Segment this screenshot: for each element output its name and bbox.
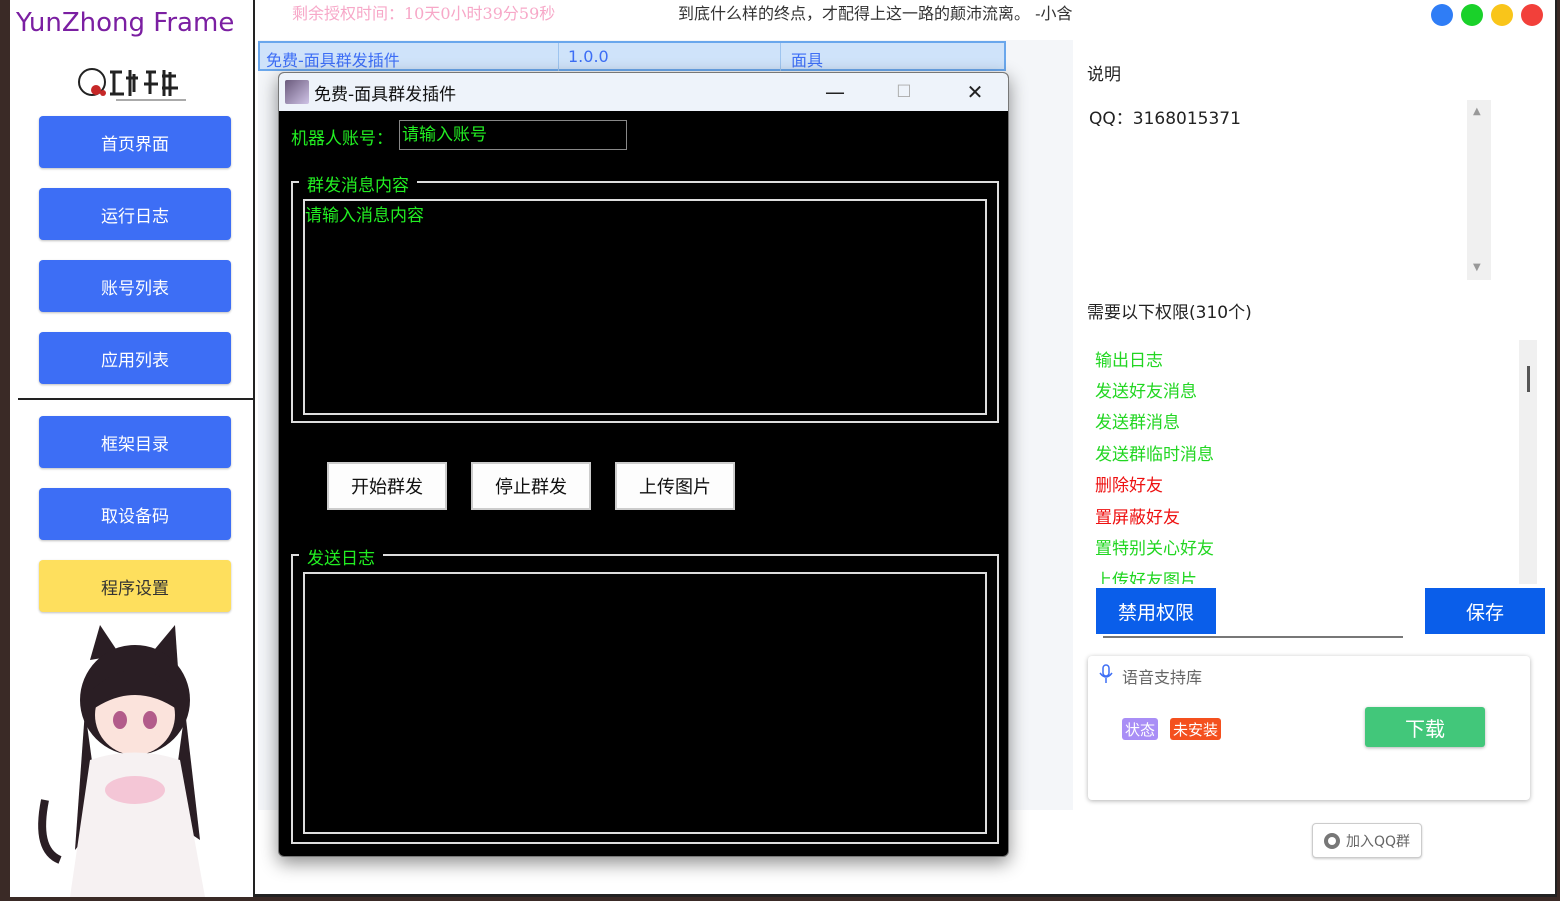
message-content-input[interactable] bbox=[305, 201, 985, 413]
scrollbar-thumb[interactable] bbox=[1527, 366, 1530, 392]
brand-logo bbox=[78, 68, 186, 101]
dialog-titlebar[interactable]: 免费-面具群发插件 — ☐ ✕ bbox=[279, 73, 1008, 111]
upload-image-button[interactable]: 上传图片 bbox=[615, 462, 735, 510]
permission-item: 发送群消息 bbox=[1095, 413, 1180, 433]
cell-divider bbox=[780, 43, 781, 71]
save-button[interactable]: 保存 bbox=[1425, 588, 1545, 634]
plugin-detail-panel: 说明 QQ：3168015371 ▲ ▼ 需要以下权限(310个) 输出日志 发… bbox=[1083, 40, 1555, 640]
stop-broadcast-button[interactable]: 停止群发 bbox=[471, 462, 591, 510]
app-version-cell: 1.0.0 bbox=[568, 47, 609, 66]
plugin-app-icon bbox=[285, 80, 309, 104]
message-input-frame bbox=[303, 199, 987, 415]
app-author-cell: 面具 bbox=[791, 51, 824, 70]
window-dot-green[interactable] bbox=[1461, 4, 1483, 26]
status-value-badge: 未安装 bbox=[1170, 718, 1222, 740]
license-remaining-text: 剩余授权时间：10天0小时39分59秒 bbox=[292, 4, 556, 23]
close-button[interactable]: ✕ bbox=[957, 79, 993, 105]
message-group-label: 群发消息内容 bbox=[299, 171, 417, 196]
window-dot-blue[interactable] bbox=[1431, 4, 1453, 26]
divider bbox=[1103, 636, 1403, 638]
minimize-button[interactable]: — bbox=[817, 79, 853, 105]
status-label-badge: 状态 bbox=[1122, 718, 1159, 740]
app-list-row[interactable]: 免费-面具群发插件 1.0.0 面具 bbox=[258, 41, 1006, 71]
mascot-image bbox=[38, 625, 205, 897]
window-dot-yellow[interactable] bbox=[1491, 4, 1513, 26]
plugin-dialog: 免费-面具群发插件 — ☐ ✕ 机器人账号： 群发消息内容 开始群发 停止群发 … bbox=[278, 72, 1009, 857]
brand-title: YunZhong Frame bbox=[16, 8, 235, 38]
join-qq-group-label: 加入QQ群 bbox=[1345, 833, 1411, 850]
voice-library-title: 语音支持库 bbox=[1122, 668, 1203, 687]
nav-home-button[interactable]: 首页界面 bbox=[39, 116, 231, 168]
scroll-down-icon[interactable]: ▼ bbox=[1473, 262, 1481, 273]
nav-accounts-button[interactable]: 账号列表 bbox=[39, 260, 231, 312]
disable-permissions-button[interactable]: 禁用权限 bbox=[1096, 588, 1216, 634]
dialog-title: 免费-面具群发插件 bbox=[314, 85, 457, 105]
voice-library-card: 语音支持库 状态 未安装 下载 bbox=[1088, 656, 1530, 800]
permissions-list: 输出日志 发送好友消息 发送群消息 发送群临时消息 删除好友 置屏蔽好友 置特别… bbox=[1087, 340, 1537, 584]
start-broadcast-button[interactable]: 开始群发 bbox=[327, 462, 447, 510]
robot-account-input[interactable] bbox=[399, 120, 627, 150]
description-title: 说明 bbox=[1087, 65, 1121, 85]
description-scrollbar[interactable]: ▲ ▼ bbox=[1467, 100, 1491, 280]
join-qq-group-button[interactable]: 加入QQ群 bbox=[1312, 823, 1422, 858]
nav-settings-button[interactable]: 程序设置 bbox=[39, 560, 231, 612]
microphone-icon bbox=[1099, 664, 1113, 683]
message-groupbox: 群发消息内容 bbox=[291, 171, 999, 423]
nav-log-button[interactable]: 运行日志 bbox=[39, 188, 231, 240]
qq-icon bbox=[1323, 832, 1340, 849]
permission-item: 置屏蔽好友 bbox=[1095, 508, 1180, 528]
window-dot-red[interactable] bbox=[1521, 4, 1543, 26]
nav-frame-dir-button[interactable]: 框架目录 bbox=[39, 416, 231, 468]
permissions-title: 需要以下权限(310个) bbox=[1087, 303, 1252, 323]
send-log-area bbox=[303, 572, 987, 834]
description-box: QQ：3168015371 ▲ ▼ bbox=[1087, 100, 1491, 280]
permission-item: 置特别关心好友 bbox=[1095, 539, 1214, 559]
maximize-button[interactable]: ☐ bbox=[886, 79, 922, 105]
permission-item: 发送好友消息 bbox=[1095, 382, 1197, 402]
permission-item: 输出日志 bbox=[1095, 351, 1163, 371]
description-text: QQ：3168015371 bbox=[1089, 109, 1241, 129]
sidebar: YunZhong Frame 首页界面 运行日志 账号列表 应用列表 框架目录 … bbox=[10, 0, 255, 897]
scroll-up-icon[interactable]: ▲ bbox=[1473, 106, 1481, 117]
app-name-cell: 免费-面具群发插件 bbox=[266, 51, 400, 70]
send-log-label: 发送日志 bbox=[299, 544, 383, 569]
quote-text: 到底什么样的终点，才配得上这一路的颠沛流离。 -小含 bbox=[678, 4, 1073, 23]
send-log-groupbox: 发送日志 bbox=[291, 544, 999, 844]
robot-account-label: 机器人账号： bbox=[291, 129, 393, 149]
permission-item: 删除好友 bbox=[1095, 476, 1163, 496]
download-button[interactable]: 下载 bbox=[1365, 707, 1485, 747]
cell-divider bbox=[558, 43, 559, 71]
sidebar-divider bbox=[18, 398, 255, 400]
permission-item: 上传好友图片 bbox=[1095, 571, 1197, 584]
permissions-scrollbar[interactable] bbox=[1519, 340, 1537, 584]
nav-apps-button[interactable]: 应用列表 bbox=[39, 332, 231, 384]
nav-device-code-button[interactable]: 取设备码 bbox=[39, 488, 231, 540]
permission-item: 发送群临时消息 bbox=[1095, 445, 1214, 465]
